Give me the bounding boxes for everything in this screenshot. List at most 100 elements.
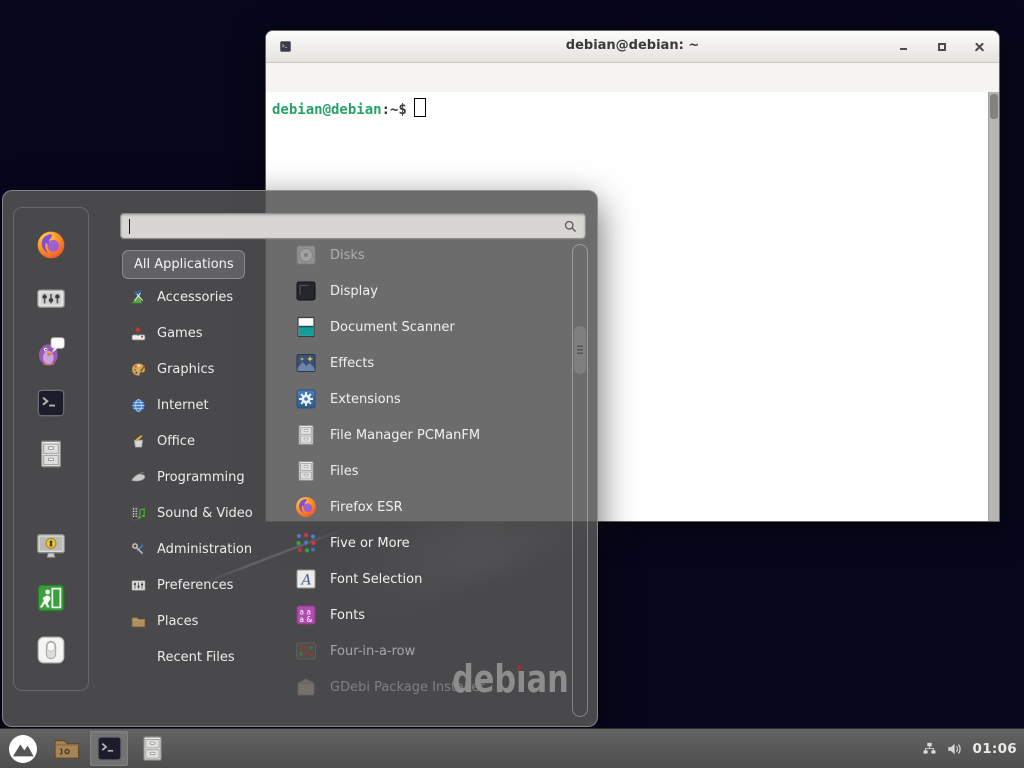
app-list-scrollbar[interactable] (572, 244, 588, 717)
favorite-item[interactable] (34, 334, 68, 368)
category-item[interactable]: Internet (122, 387, 274, 423)
favorite-item[interactable] (34, 437, 68, 471)
taskbar-item[interactable] (47, 731, 85, 766)
scanner-icon (294, 315, 318, 339)
favorite-item[interactable] (34, 581, 68, 615)
fontsel-icon (294, 567, 318, 591)
pcmanfm-folder-icon (52, 734, 81, 763)
category-item[interactable]: Accessories (122, 279, 274, 315)
search-box[interactable] (120, 213, 586, 239)
debian-watermark: debıan (452, 659, 569, 699)
app-item[interactable]: File Manager PCManFM (284, 417, 570, 453)
taskbar-item[interactable] (4, 731, 42, 766)
category-list: Accessories Games Graphics Internet Offi… (122, 279, 274, 675)
app-item[interactable]: Document Scanner (284, 309, 570, 345)
fonts-icon (294, 603, 318, 627)
search-input[interactable] (128, 215, 548, 237)
effects-icon (294, 351, 318, 375)
taskbar-items (0, 731, 171, 766)
admin-icon (130, 541, 147, 558)
app-list-scrollbar-thumb[interactable] (574, 326, 586, 374)
minimize-button[interactable] (896, 39, 911, 54)
category-item[interactable]: Games (122, 315, 274, 351)
app-item[interactable]: Extensions (284, 381, 570, 417)
terminal-menubar (266, 63, 999, 92)
firefox-icon (35, 229, 67, 261)
fourrow-icon (294, 639, 318, 663)
terminal-window-icon (95, 734, 124, 763)
places-icon (130, 613, 147, 630)
office-icon (130, 433, 147, 450)
fivemore-icon (294, 531, 318, 555)
app-item[interactable]: Fonts (284, 597, 570, 633)
favorite-item[interactable] (34, 228, 68, 262)
files-icon (294, 459, 318, 483)
clock[interactable]: 01:06 (973, 741, 1017, 757)
taskbar: 01:06 (0, 728, 1024, 768)
shell-prompt: debian@debian:~$ (272, 98, 426, 118)
prefs-icon (130, 577, 147, 594)
terminal-icon (35, 387, 67, 419)
desktop: debian@debian: ~ debian@debian:~$ (0, 0, 1024, 768)
menu-button-icon (7, 733, 39, 765)
prompt-user-host: debian@debian (272, 102, 382, 118)
programming-icon (130, 469, 147, 486)
app-item[interactable]: Display (284, 273, 570, 309)
window-title: debian@debian: ~ (266, 38, 999, 53)
games-icon (130, 325, 147, 342)
terminal-titlebar[interactable]: debian@debian: ~ (266, 31, 999, 63)
app-item[interactable]: Files (284, 453, 570, 489)
terminal-scrollbar[interactable] (988, 92, 999, 521)
taskbar-item[interactable] (90, 731, 128, 766)
terminal-scrollbar-thumb[interactable] (990, 94, 998, 119)
watermark-red-dot (517, 665, 521, 670)
application-menu: All Applications Accessories Games Graph… (2, 190, 598, 727)
category-item[interactable]: Sound & Video (122, 495, 274, 531)
pidgin-icon (35, 335, 67, 367)
accessories-icon (130, 289, 147, 306)
volume-icon[interactable] (946, 740, 964, 758)
files-window-icon (138, 734, 167, 763)
prompt-path: :~$ (382, 102, 407, 118)
gdebi-icon (294, 675, 318, 699)
category-item[interactable]: Recent Files (122, 639, 274, 675)
internet-icon (130, 397, 147, 414)
category-item[interactable]: Graphics (122, 351, 274, 387)
lock-screen-icon (35, 530, 67, 562)
disks-icon (294, 243, 318, 267)
system-tray: 01:06 (922, 729, 1017, 768)
category-item[interactable]: Programming (122, 459, 274, 495)
favorite-item[interactable] (34, 529, 68, 563)
graphics-icon (130, 361, 147, 378)
favorites-panel (13, 207, 89, 691)
soundvideo-icon (130, 505, 147, 522)
category-item[interactable]: Preferences (122, 567, 274, 603)
logout-icon (35, 582, 67, 614)
pcmanfm-icon (294, 423, 318, 447)
favorite-item[interactable] (34, 281, 68, 315)
taskbar-item[interactable] (133, 731, 171, 766)
app-item[interactable]: Firefox ESR (284, 489, 570, 525)
category-item[interactable]: Administration (122, 531, 274, 567)
favorite-item[interactable] (34, 386, 68, 420)
app-item[interactable]: Five or More (284, 525, 570, 561)
terminal-cursor (414, 98, 426, 117)
all-applications-button[interactable]: All Applications (122, 250, 245, 279)
app-item[interactable]: Effects (284, 345, 570, 381)
maximize-button[interactable] (934, 39, 949, 54)
shutdown-icon (35, 634, 67, 666)
extensions-icon (294, 387, 318, 411)
category-item[interactable]: Office (122, 423, 274, 459)
favorite-item[interactable] (34, 633, 68, 667)
app-item[interactable]: Disks (284, 237, 570, 273)
category-item[interactable]: Places (122, 603, 274, 639)
text-caret (129, 219, 130, 234)
app-item[interactable]: Font Selection (284, 561, 570, 597)
firefox-icon (294, 495, 318, 519)
settings-sliders-icon (35, 282, 67, 314)
network-icon[interactable] (922, 741, 937, 756)
application-list: Disks Display Document Scanner Effects E… (284, 237, 570, 705)
close-button[interactable] (972, 39, 987, 54)
search-icon (563, 219, 578, 234)
display-icon (294, 279, 318, 303)
